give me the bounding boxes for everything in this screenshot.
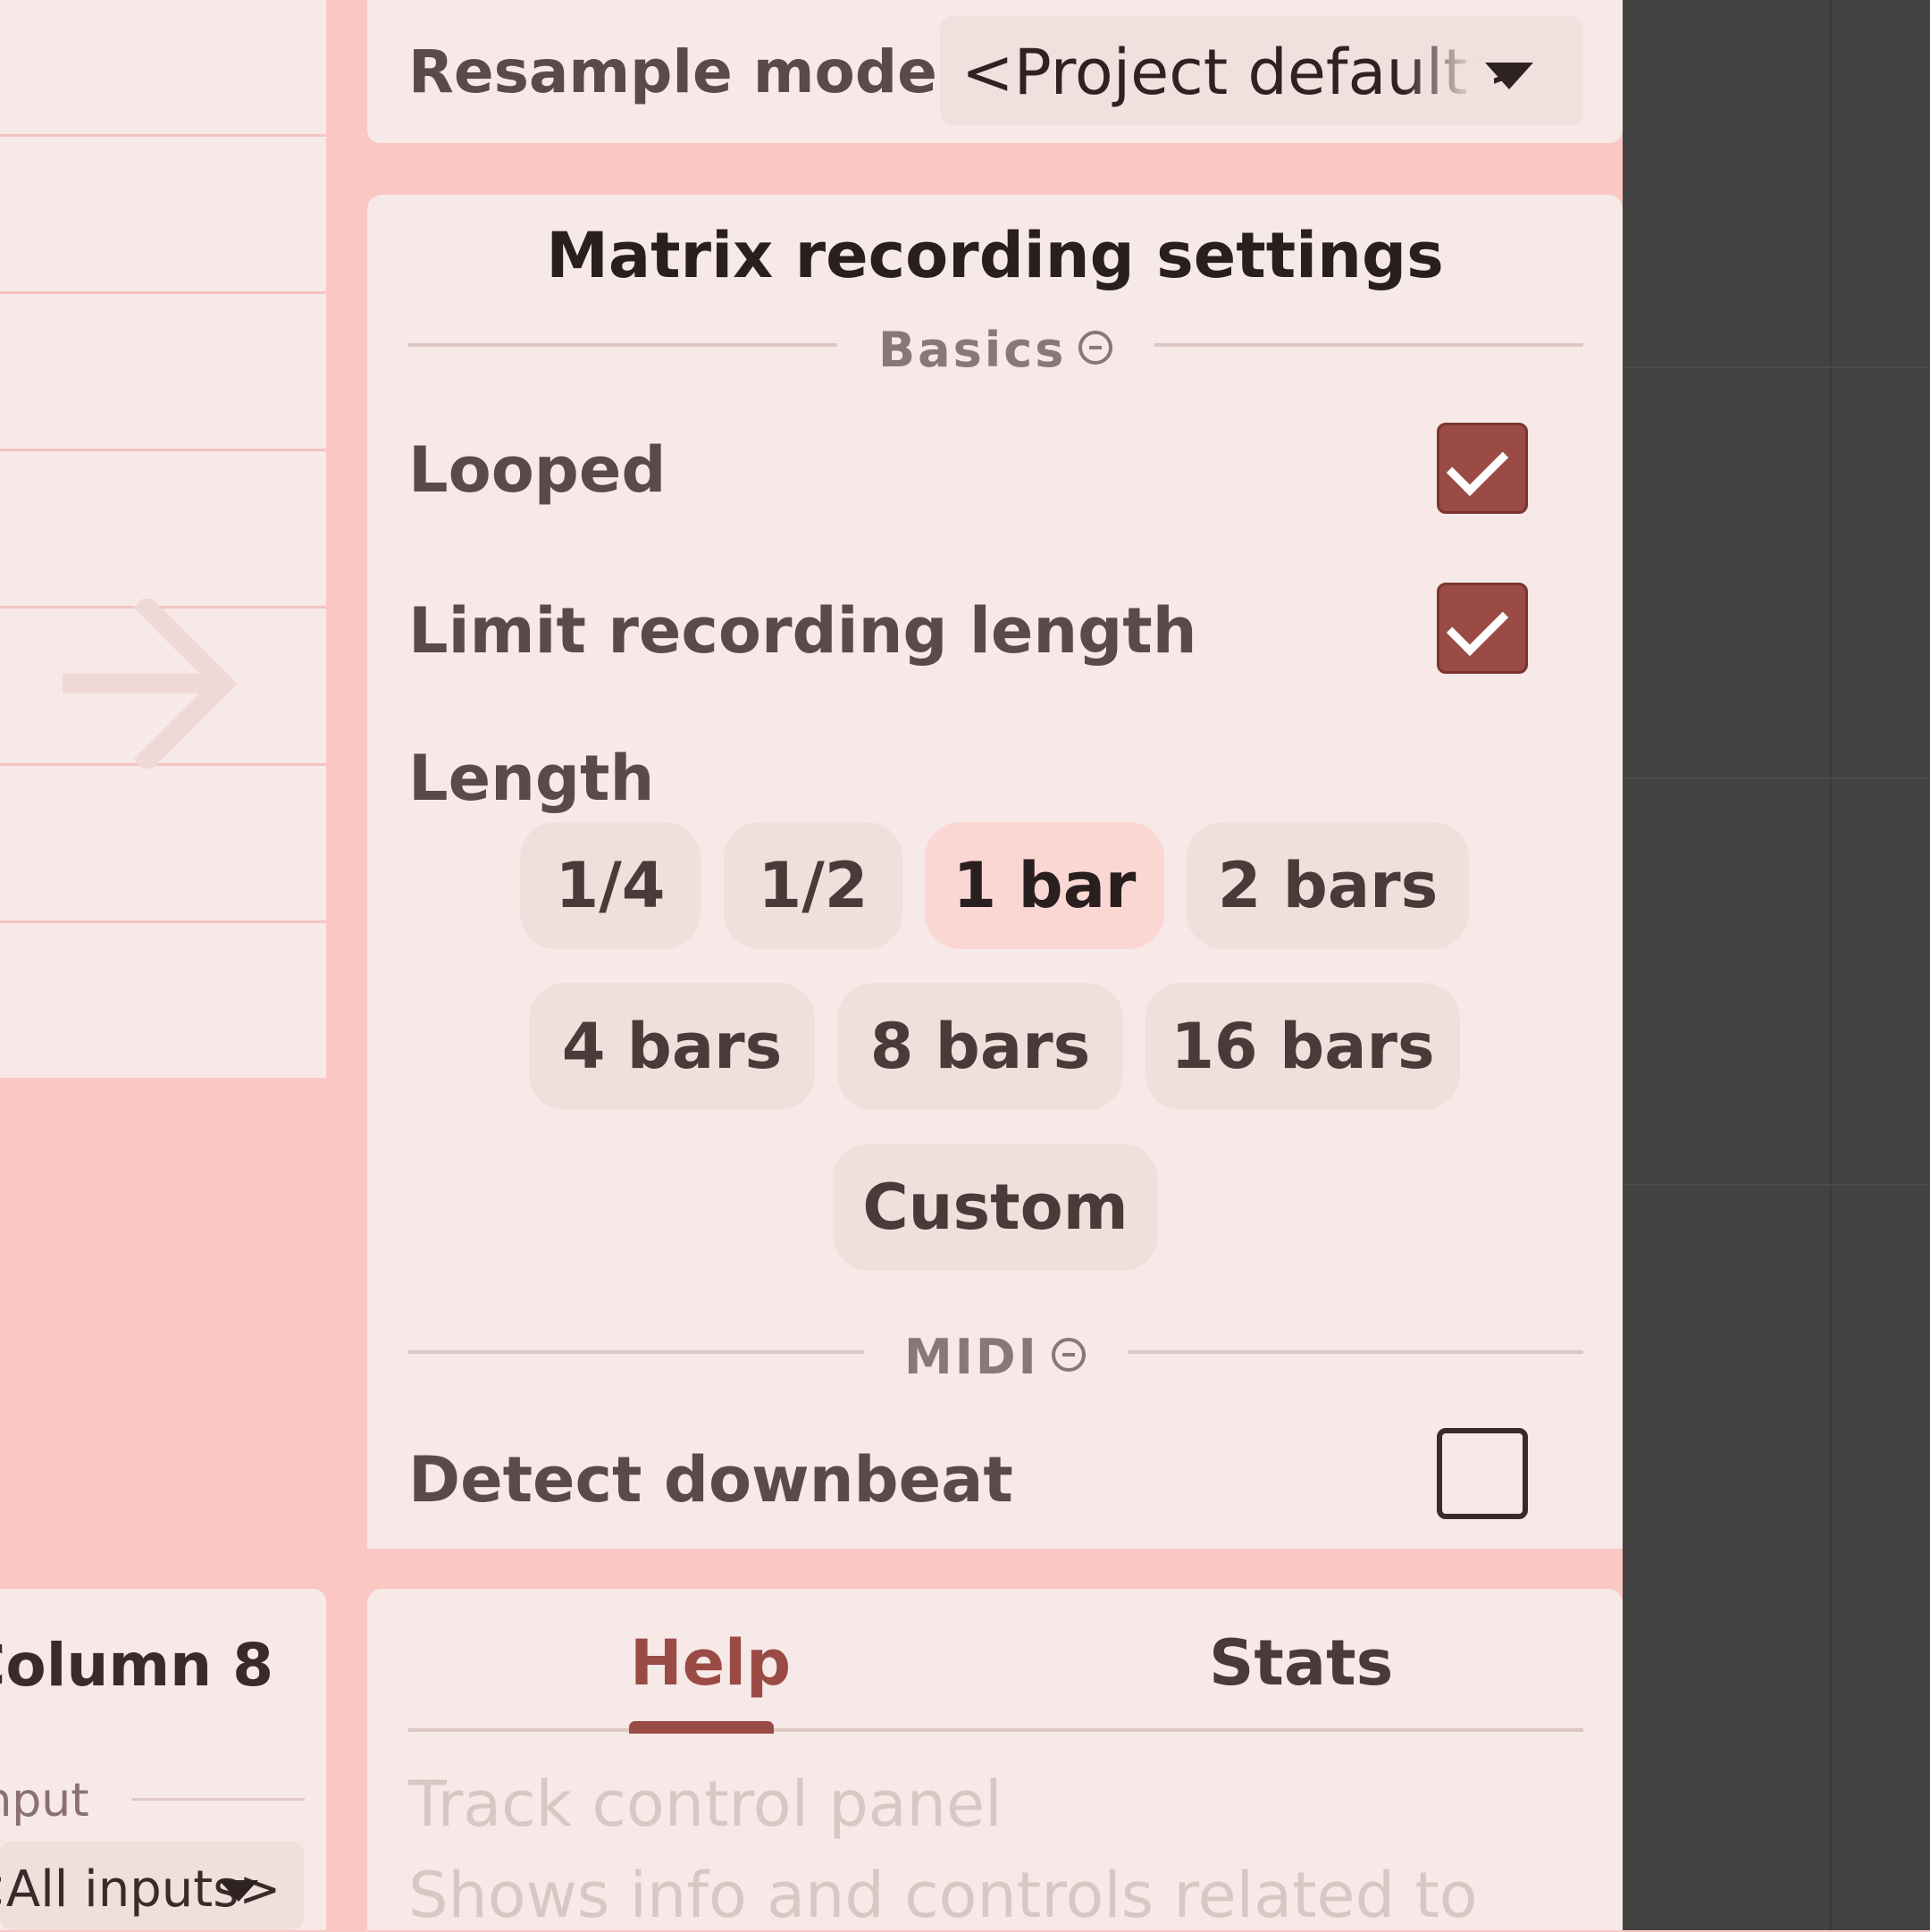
help-title: Track control panel [408, 1768, 1003, 1841]
left-row-divider [0, 920, 326, 923]
length-option-custom[interactable]: Custom [833, 1144, 1158, 1271]
length-label: Length [408, 742, 655, 815]
basics-section-header[interactable]: Basics [878, 322, 1113, 378]
section-divider [408, 1350, 864, 1354]
input-section-label: Input [0, 1774, 89, 1827]
collapse-icon[interactable] [1078, 331, 1113, 365]
left-panel [0, 0, 326, 1078]
grid-line [1623, 777, 1930, 779]
detect-downbeat-label: Detect downbeat [408, 1443, 1013, 1516]
limit-recording-length-checkbox[interactable] [1437, 583, 1528, 674]
chevron-down-icon[interactable] [1485, 63, 1533, 89]
tab-help[interactable]: Help [630, 1626, 791, 1700]
checkmark-icon [1446, 593, 1509, 657]
limit-recording-length-label: Limit recording length [408, 594, 1197, 668]
resample-fade [1405, 16, 1494, 125]
collapse-icon[interactable] [1051, 1338, 1086, 1373]
resample-mode-label: Resample mode [408, 38, 937, 106]
chevron-down-icon [219, 1880, 258, 1902]
tab-bar-divider [408, 1728, 1583, 1732]
length-option-2-bars[interactable]: 2 bars [1187, 822, 1469, 949]
left-row-divider [0, 449, 326, 451]
section-divider [1128, 1350, 1583, 1354]
active-tab-indicator [629, 1721, 774, 1734]
help-body: Shows info and controls related to [408, 1859, 1478, 1932]
basics-section-label: Basics [878, 322, 1067, 378]
length-option-8-bars[interactable]: 8 bars [837, 983, 1123, 1110]
length-option-1-bar[interactable]: 1 bar [925, 822, 1164, 949]
detect-downbeat-checkbox[interactable] [1437, 1428, 1528, 1519]
arrow-right-icon [63, 599, 238, 769]
tab-stats[interactable]: Stats [1209, 1626, 1393, 1700]
length-option-16-bars[interactable]: 16 bars [1145, 983, 1460, 1110]
column-title: Column 8 [0, 1631, 274, 1700]
left-row-divider [0, 134, 326, 137]
midi-section-label: MIDI [904, 1329, 1039, 1385]
section-divider [1154, 343, 1583, 347]
grid-line [1830, 0, 1832, 1930]
input-section-divider [132, 1798, 305, 1801]
grid-line [1623, 1184, 1930, 1186]
arrange-view-area [1623, 0, 1930, 1930]
looped-label: Looped [408, 433, 667, 507]
left-row-divider [0, 291, 326, 294]
panel-title: Matrix recording settings [546, 219, 1444, 292]
midi-section-header[interactable]: MIDI [904, 1329, 1086, 1385]
length-option-4-bars[interactable]: 4 bars [529, 983, 815, 1110]
grid-line [1623, 366, 1930, 368]
length-option-quarter[interactable]: 1/4 [520, 822, 701, 949]
looped-checkbox[interactable] [1437, 423, 1528, 514]
checkmark-icon [1446, 433, 1509, 497]
length-option-half[interactable]: 1/2 [724, 822, 902, 949]
section-divider [408, 343, 837, 347]
